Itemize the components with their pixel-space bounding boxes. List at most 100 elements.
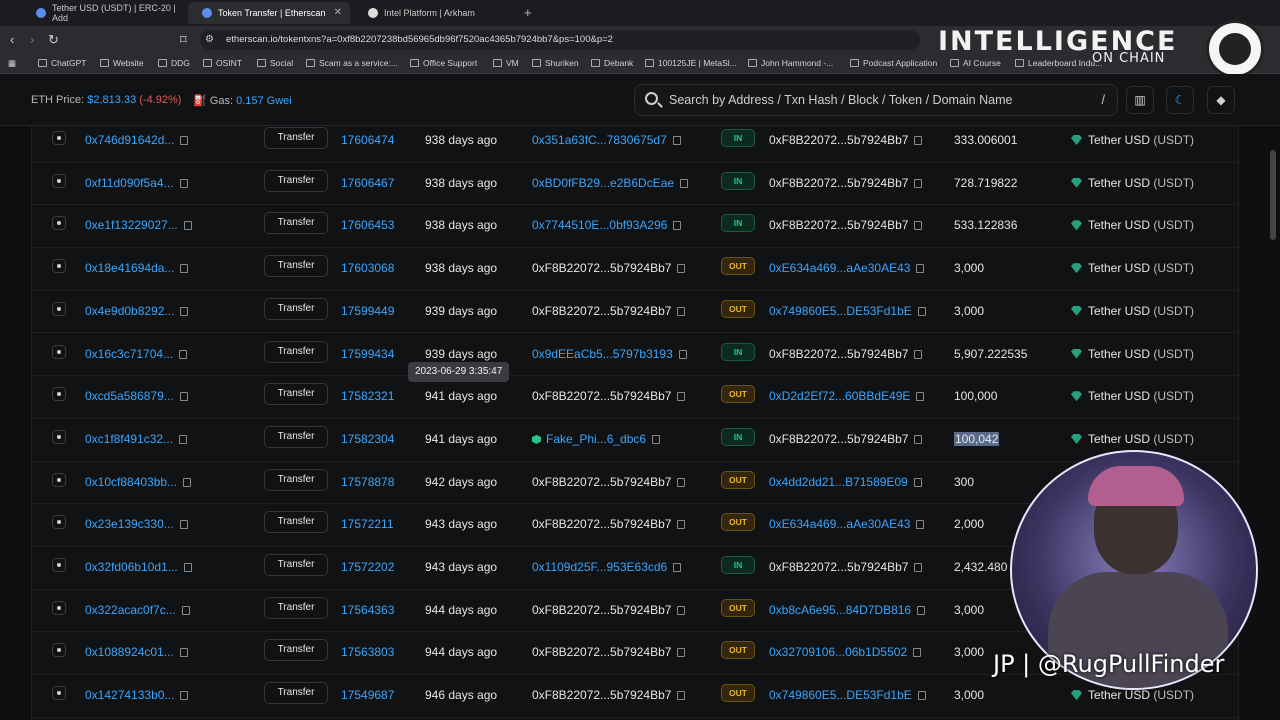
copy-icon[interactable] [914,434,923,444]
token-link[interactable]: Tether USD (USDT) [1071,347,1194,361]
block-link[interactable]: 17582304 [341,432,394,446]
token-link[interactable]: Tether USD (USDT) [1071,133,1194,147]
token-link[interactable]: Tether USD (USDT) [1071,176,1194,190]
age-value[interactable]: 943 days ago [425,560,497,574]
copy-icon[interactable] [916,520,925,530]
from-address[interactable]: 0x351a63fC...7830675d7 [532,133,681,147]
copy-icon[interactable] [183,563,192,572]
age-value[interactable]: 938 days ago [425,261,497,275]
copy-icon[interactable] [179,392,188,402]
bookmark-social[interactable]: Social [257,58,293,68]
age-value[interactable]: 944 days ago [425,645,497,659]
age-value[interactable]: 944 days ago [425,603,497,617]
block-link[interactable]: 17564363 [341,603,394,617]
bookmark-office-support[interactable]: Office Support [410,58,477,68]
txn-hash-link[interactable]: 0x4e9d0b8292... [85,304,189,318]
copy-icon[interactable] [673,563,682,572]
txn-hash-link[interactable]: 0x14274133b0... [85,688,189,702]
copy-icon[interactable] [914,221,923,231]
copy-icon[interactable] [914,563,923,572]
bookmark-john-hammond[interactable]: John Hammond -... [748,58,833,68]
copy-icon[interactable] [914,136,923,145]
copy-icon[interactable] [180,306,189,316]
close-tab-icon[interactable]: ✕ [334,7,342,18]
bookmark-shuriken[interactable]: Shuriken [532,58,579,68]
tab-arkham[interactable]: Intel Platform | Arkham [354,2,514,24]
eth-price-value[interactable]: $2,813.33 [87,94,136,106]
block-link[interactable]: 17599434 [341,347,394,361]
view-details-icon[interactable] [52,387,66,402]
bookmark-ai-course[interactable]: AI Course [950,58,1001,68]
view-details-icon[interactable] [52,472,66,487]
txn-hash-link[interactable]: 0x16c3c71704... [85,347,188,361]
block-link[interactable]: 17599449 [341,304,394,318]
copy-icon[interactable] [677,477,686,487]
age-value[interactable]: 938 days ago [425,176,497,190]
to-address[interactable]: 0x749860E5...DE53Fd1bE [769,304,926,318]
token-link[interactable]: Tether USD (USDT) [1071,261,1194,275]
to-address[interactable]: 0xF8B22072...5b7924Bb7 [769,347,923,361]
from-address[interactable]: 0xF8B22072...5b7924Bb7 [532,603,686,617]
to-address[interactable]: 0xF8B22072...5b7924Bb7 [769,432,923,446]
age-value[interactable]: 943 days ago [425,517,497,531]
copy-icon[interactable] [179,434,188,444]
copy-icon[interactable] [678,349,687,359]
search-input[interactable]: Search by Address / Txn Hash / Block / T… [634,84,1118,116]
bookmark-leaderboard[interactable]: Leaderboard Indu... [1015,58,1102,68]
copy-icon[interactable] [181,605,190,615]
block-link[interactable]: 17572202 [341,560,394,574]
to-address[interactable]: 0xD2d2Ef72...60BBdE49E [769,389,925,403]
to-address[interactable]: 0x32709106...06b1D5502 [769,645,922,659]
bookmark-osint[interactable]: OSINT [203,58,242,68]
to-address[interactable]: 0xF8B22072...5b7924Bb7 [769,218,923,232]
block-link[interactable]: 17606453 [341,218,394,232]
copy-icon[interactable] [914,178,923,188]
view-details-icon[interactable] [52,131,66,145]
copy-icon[interactable] [677,648,686,658]
view-details-icon[interactable] [52,259,66,274]
txn-hash-link[interactable]: 0x23e139c330... [85,517,188,531]
copy-icon[interactable] [677,306,686,316]
back-icon[interactable]: ‹ [10,32,14,47]
from-address[interactable]: 0xF8B22072...5b7924Bb7 [532,389,686,403]
new-tab-button[interactable]: + [524,5,532,20]
to-address[interactable]: 0x4dd2dd21...B71589E09 [769,475,922,489]
txn-hash-link[interactable]: 0x18e41694da... [85,261,189,275]
view-details-icon[interactable] [52,216,66,231]
to-address[interactable]: 0x749860E5...DE53Fd1bE [769,688,926,702]
from-address[interactable]: 0xF8B22072...5b7924Bb7 [532,517,686,531]
age-value[interactable]: 941 days ago [425,432,497,446]
to-address[interactable]: 0xE634a469...aAe30AE43 [769,517,925,531]
age-value[interactable]: 942 days ago [425,475,497,489]
view-details-icon[interactable] [52,173,66,188]
to-address[interactable]: 0xF8B22072...5b7924Bb7 [769,560,923,574]
copy-icon[interactable] [179,520,188,530]
txn-hash-link[interactable]: 0xcd5a586879... [85,389,188,403]
token-link[interactable]: Tether USD (USDT) [1071,218,1194,232]
copy-icon[interactable] [180,136,189,145]
copy-icon[interactable] [677,392,686,402]
token-link[interactable]: Tether USD (USDT) [1071,304,1194,318]
view-details-icon[interactable] [52,515,66,530]
bookmark-icon[interactable]: ⌑ [180,32,187,48]
view-details-icon[interactable] [52,344,66,359]
profile-menu-button[interactable]: ▥ [1126,86,1154,114]
block-link[interactable]: 17606474 [341,133,394,147]
view-details-icon[interactable] [52,643,66,658]
txn-hash-link[interactable]: 0xf11d090f5a4... [85,176,188,190]
bookmark-scam[interactable]: Scam as a service:... [306,58,398,68]
tab-token-transfer[interactable]: Token Transfer | Etherscan ✕ [188,2,350,24]
txn-hash-link[interactable]: 0xe1f13229027... [85,218,192,232]
txn-hash-link[interactable]: 0x322acac0f7c... [85,603,190,617]
to-address[interactable]: 0xF8B22072...5b7924Bb7 [769,176,923,190]
copy-icon[interactable] [183,477,192,487]
txn-hash-link[interactable]: 0x746d91642d... [85,133,189,147]
tab-tether-usdt[interactable]: Tether USD (USDT) | ERC-20 | Add [22,2,186,24]
age-value[interactable]: 941 days ago [425,389,497,403]
copy-icon[interactable] [916,392,925,402]
bookmark-chatgpt[interactable]: ChatGPT [38,58,86,68]
copy-icon[interactable] [913,648,922,658]
copy-icon[interactable] [180,691,189,701]
from-address[interactable]: 0x7744510E...0bf93A296 [532,218,682,232]
from-address[interactable]: 0xF8B22072...5b7924Bb7 [532,645,686,659]
